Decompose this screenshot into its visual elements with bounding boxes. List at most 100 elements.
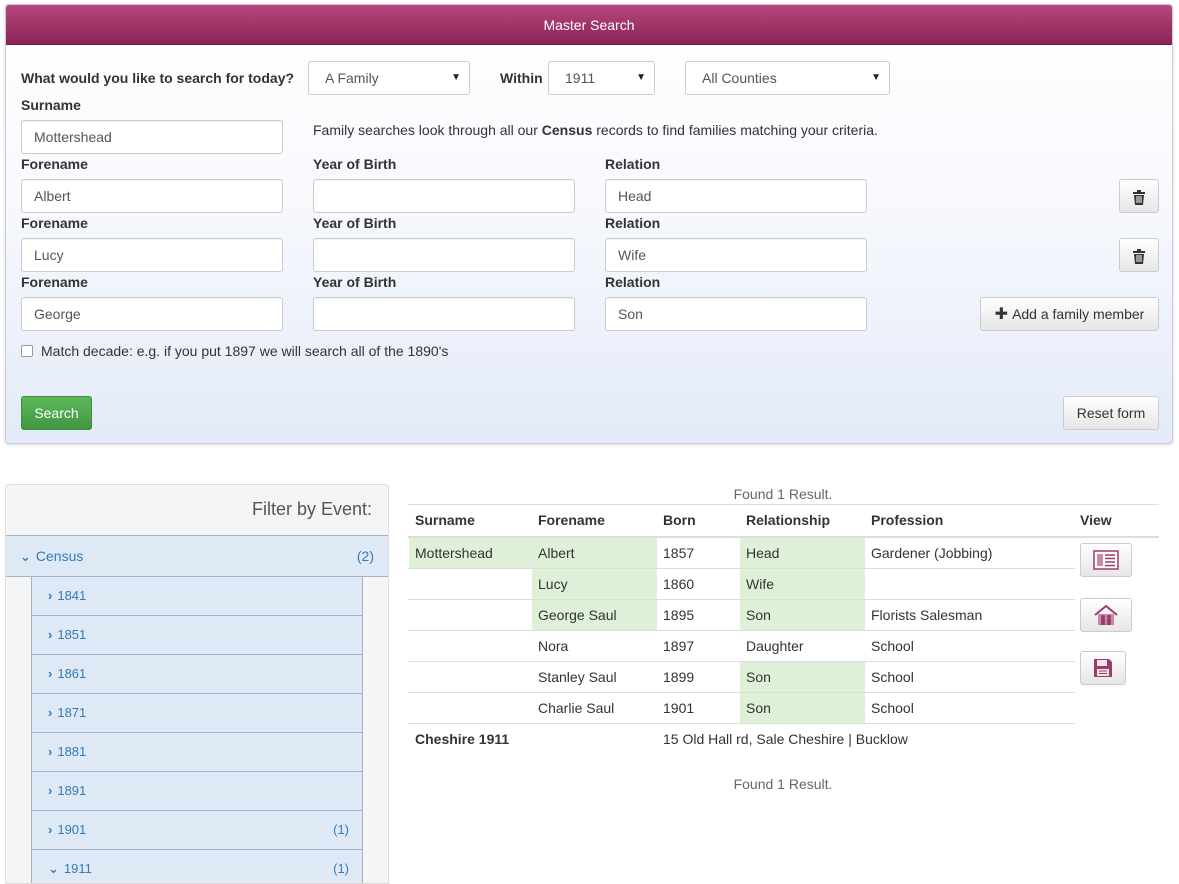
add-family-member-button[interactable]: ✚ Add a family member <box>980 297 1159 331</box>
master-search-panel: Master Search What would you like to sea… <box>5 4 1173 444</box>
relation-value: Wife <box>618 247 646 263</box>
year-label: 1911 <box>63 861 92 876</box>
table-cell-relationship: Son <box>740 600 865 631</box>
search-type-value: A Family <box>325 70 379 86</box>
chevron-right-icon: › <box>48 666 53 681</box>
year-label: 1901 <box>57 822 87 837</box>
found-count-bottom: Found 1 Result. <box>733 776 833 792</box>
census-count: (2) <box>356 548 374 564</box>
filter-year-1891[interactable]: › 1891 <box>31 772 363 811</box>
col-born-header: Born <box>663 512 696 528</box>
chevron-right-icon: › <box>48 744 53 759</box>
filter-year-1851[interactable]: › 1851 <box>31 616 363 655</box>
search-info: Family searches look through all our Cen… <box>313 122 878 138</box>
col-profession-header: Profession <box>871 512 944 528</box>
forename-value: Albert <box>34 188 71 204</box>
year-count: (1) <box>333 861 349 876</box>
year-label: 1871 <box>57 705 87 720</box>
filter-year-1901[interactable]: › 1901 (1) <box>31 811 363 850</box>
table-cell-profession: School <box>871 638 914 654</box>
forename-input[interactable]: George <box>21 297 283 331</box>
table-cell-surname: Mottershead <box>409 538 532 569</box>
result-place: Cheshire 1911 <box>415 731 510 747</box>
relation-input[interactable]: Head <box>605 179 867 213</box>
relation-label: Relation <box>605 215 661 231</box>
view-household-button[interactable] <box>1080 598 1132 632</box>
filter-year-1911[interactable]: ⌄ 1911 (1) <box>31 850 363 883</box>
floppy-disk-icon <box>1094 659 1112 677</box>
table-cell-forename: Charlie Saul <box>538 700 615 716</box>
table-cell-relationship: Son <box>740 693 865 724</box>
trash-icon <box>1133 248 1145 264</box>
table-cell-born: 1860 <box>663 576 695 592</box>
filter-census[interactable]: ⌄ Census (2) <box>6 535 388 577</box>
year-label: 1891 <box>57 783 87 798</box>
table-cell-forename: Lucy <box>532 569 657 600</box>
year-of-birth-input[interactable] <box>313 179 575 213</box>
table-cell-relationship: Wife <box>740 569 865 600</box>
search-type-select[interactable]: A Family ▼ <box>308 61 470 95</box>
info-text-bold: Census <box>541 122 593 138</box>
year-select[interactable]: 1911 ▼ <box>548 61 655 95</box>
surname-input[interactable]: Mottershead <box>21 120 283 154</box>
table-cell-born: 1901 <box>663 700 695 716</box>
col-surname-header: Surname <box>415 512 475 528</box>
delete-member-button[interactable] <box>1119 179 1159 213</box>
table-cell-forename: Nora <box>538 638 569 654</box>
search-button[interactable]: Search <box>21 396 92 430</box>
found-count-top: Found 1 Result. <box>733 486 833 502</box>
chevron-down-icon: ⌄ <box>48 861 59 876</box>
forename-label: Forename <box>21 274 88 290</box>
trash-icon <box>1133 189 1145 205</box>
year-of-birth-label: Year of Birth <box>313 156 397 172</box>
within-label: Within <box>500 70 543 86</box>
chevron-right-icon: › <box>48 588 53 603</box>
caret-down-icon: ▼ <box>871 72 881 83</box>
panel-title: Master Search <box>6 5 1172 45</box>
col-view-header: View <box>1080 512 1112 528</box>
table-cell-relationship: Daughter <box>746 638 804 654</box>
filter-year-1841[interactable]: › 1841 <box>31 577 363 616</box>
filter-sidebar: Filter by Event: ⌄ Census (2) › 1841 › 1851… <box>5 484 389 884</box>
filter-title: Filter by Event: <box>251 499 372 519</box>
year-label: 1841 <box>57 588 87 603</box>
view-transcript-button[interactable] <box>1080 543 1132 577</box>
relation-label: Relation <box>605 274 661 290</box>
chevron-right-icon: › <box>48 627 53 642</box>
year-of-birth-input[interactable] <box>313 238 575 272</box>
year-label: 1881 <box>57 744 87 759</box>
relation-label: Relation <box>605 156 661 172</box>
delete-member-button[interactable] <box>1119 238 1159 272</box>
relation-value: Head <box>618 188 652 204</box>
table-cell-born: 1895 <box>663 607 695 623</box>
forename-input[interactable]: Lucy <box>21 238 283 272</box>
result-address: 15 Old Hall rd, Sale Cheshire | Bucklow <box>663 731 908 747</box>
year-label: 1851 <box>57 627 87 642</box>
search-question: What would you like to search for today? <box>21 70 295 86</box>
county-select[interactable]: All Counties ▼ <box>685 61 890 95</box>
year-of-birth-label: Year of Birth <box>313 274 397 290</box>
relation-input[interactable]: Son <box>605 297 867 331</box>
year-of-birth-label: Year of Birth <box>313 215 397 231</box>
relation-input[interactable]: Wife <box>605 238 867 272</box>
filter-year-1881[interactable]: › 1881 <box>31 733 363 772</box>
match-decade-checkbox[interactable] <box>21 345 33 357</box>
filter-year-1861[interactable]: › 1861 <box>31 655 363 694</box>
forename-value: George <box>34 306 81 322</box>
table-cell-born: 1899 <box>663 669 695 685</box>
reset-form-button[interactable]: Reset form <box>1063 396 1159 430</box>
surname-label: Surname <box>21 97 81 113</box>
filter-year-1871[interactable]: › 1871 <box>31 694 363 733</box>
info-text-post: records to find families matching your c… <box>592 122 878 138</box>
forename-value: Lucy <box>34 247 64 263</box>
col-forename-header: Forename <box>538 512 605 528</box>
year-of-birth-input[interactable] <box>313 297 575 331</box>
table-cell-profession: School <box>871 669 914 685</box>
chevron-right-icon: › <box>48 705 53 720</box>
forename-label: Forename <box>21 215 88 231</box>
save-record-button[interactable] <box>1080 651 1126 685</box>
info-text-pre: Family searches look through all our <box>313 122 542 138</box>
forename-input[interactable]: Albert <box>21 179 283 213</box>
table-cell-profession: Florists Salesman <box>871 607 983 623</box>
relation-value: Son <box>618 306 643 322</box>
